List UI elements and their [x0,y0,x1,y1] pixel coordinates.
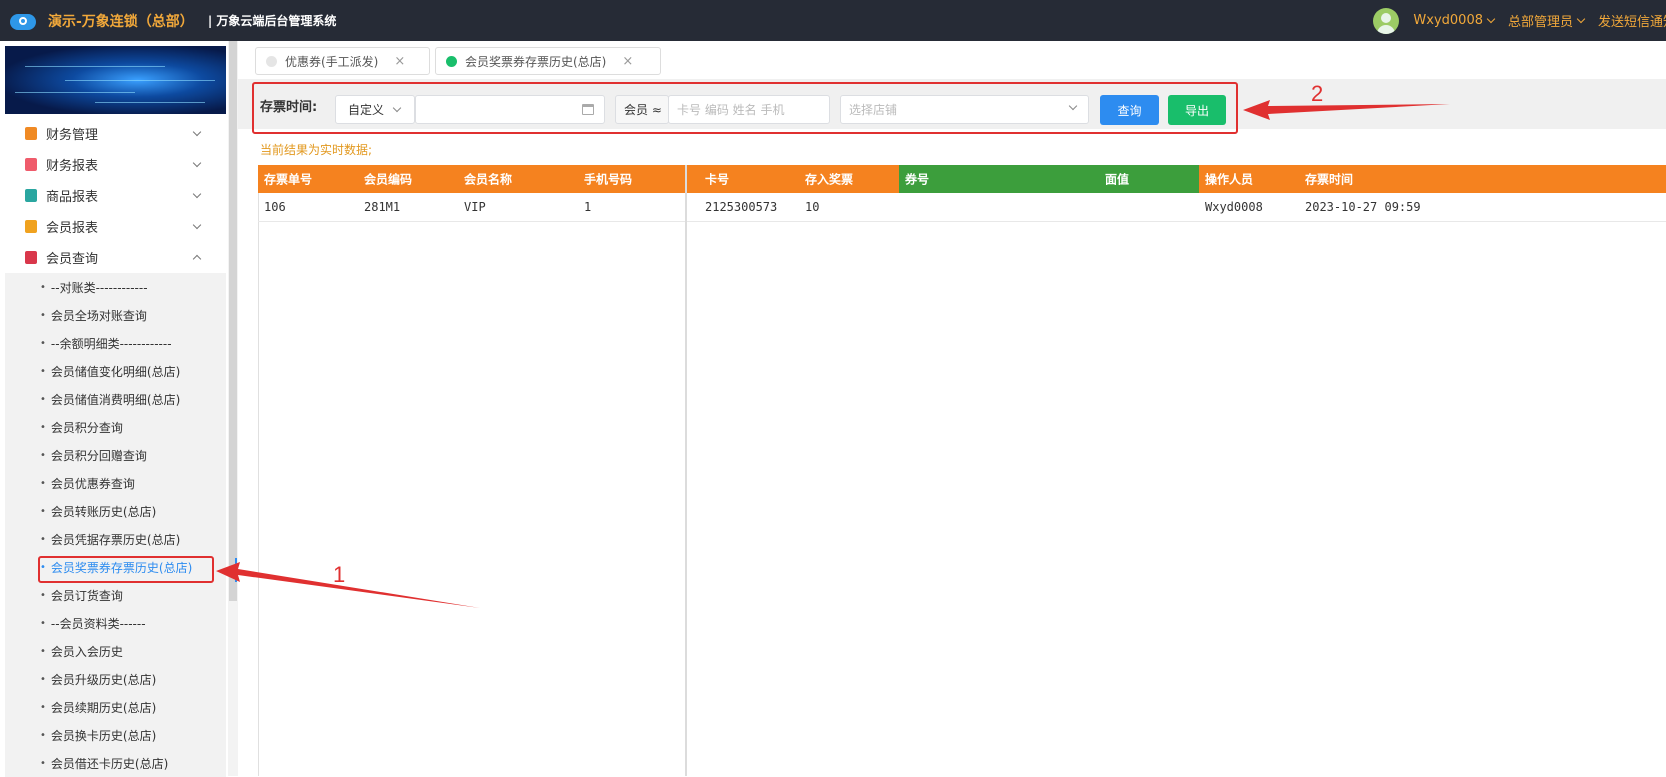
annotation-arrow-2 [1243,100,1450,120]
annotation-overlay: 1 2 [216,81,1450,608]
annotation-label-2: 2 [1311,81,1323,106]
annotation-arrow-1 [216,562,480,608]
annotation-label-1: 1 [333,562,345,587]
